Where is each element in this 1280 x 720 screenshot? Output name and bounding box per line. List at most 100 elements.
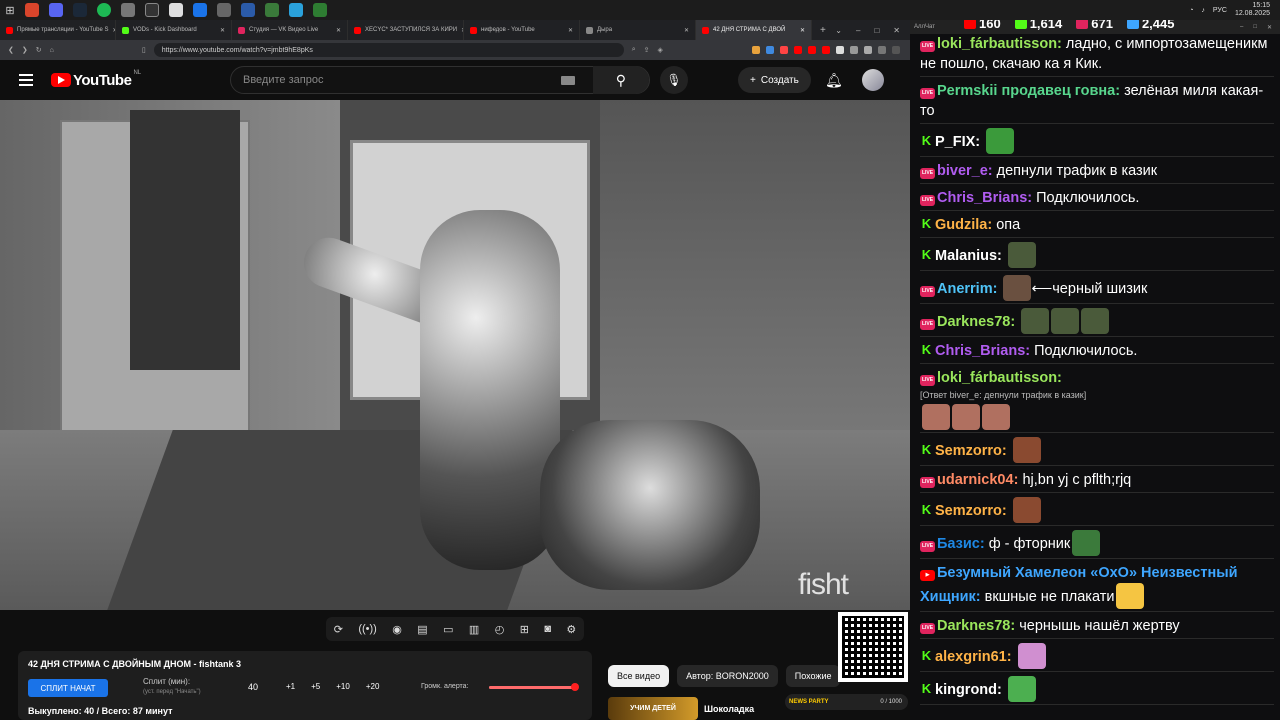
screenshot-icon[interactable]: ◙: [544, 623, 551, 635]
tab-close-icon[interactable]: ✕: [684, 27, 689, 34]
clock[interactable]: 15:15 12.08.2025: [1235, 2, 1270, 18]
extension-icon[interactable]: [794, 46, 802, 54]
hamburger-menu-icon[interactable]: [19, 74, 33, 86]
chip-all-videos[interactable]: Все видео: [608, 665, 670, 687]
telegram-icon[interactable]: [289, 3, 303, 17]
browser-tab[interactable]: Прямые трансляции - YouTube S✕: [0, 20, 116, 40]
menu-icon[interactable]: [892, 46, 900, 54]
live-broadcast-icon[interactable]: ((•)): [358, 623, 377, 635]
notifications-bell-icon[interactable]: 🔔︎: [825, 72, 843, 89]
keyboard-icon[interactable]: [561, 75, 575, 85]
obs-icon[interactable]: [145, 3, 159, 17]
recommended-title[interactable]: Шоколадка: [704, 704, 754, 714]
app-icon[interactable]: [169, 3, 183, 17]
chip-author[interactable]: Автор: BORON2000: [677, 665, 778, 687]
create-button[interactable]: + Создать: [738, 67, 811, 93]
chat-username[interactable]: Malanius:: [935, 248, 1002, 264]
chat-username[interactable]: Chris_Brians:: [935, 343, 1030, 359]
steam-icon[interactable]: [73, 3, 87, 17]
input-language[interactable]: РУС: [1213, 7, 1227, 14]
chat-username[interactable]: biver_e:: [937, 163, 993, 179]
extension-icon[interactable]: [766, 46, 774, 54]
maximize-icon[interactable]: □: [874, 26, 879, 35]
add-clip-icon[interactable]: ⊞: [520, 623, 529, 636]
alert-volume-handle[interactable]: [571, 683, 579, 691]
maximize-icon[interactable]: □: [1253, 24, 1257, 31]
recommended-thumbnail[interactable]: УЧИМ ДЕТЕЙ: [608, 697, 698, 720]
reload-icon[interactable]: ↻: [36, 46, 42, 54]
tab-close-icon[interactable]: ✕: [220, 27, 225, 34]
chat-username[interactable]: Semzorro:: [935, 503, 1007, 519]
discord-icon[interactable]: [49, 3, 63, 17]
extension-icon[interactable]: [752, 46, 760, 54]
chat-username[interactable]: udarnick04:: [937, 472, 1018, 488]
split-start-button[interactable]: СПЛИТ НАЧАТ: [28, 679, 108, 697]
video-player[interactable]: fisht: [0, 100, 910, 610]
app-icon[interactable]: [313, 3, 327, 17]
avatar[interactable]: [862, 69, 884, 91]
increment-button[interactable]: +5: [311, 682, 320, 691]
loop-icon[interactable]: ⟳: [334, 623, 343, 636]
spotify-icon[interactable]: [97, 3, 111, 17]
chat-username[interactable]: alexgrin61:: [935, 649, 1012, 665]
tab-close-icon[interactable]: ✕: [800, 27, 805, 34]
zoom-icon[interactable]: ⌕: [632, 46, 636, 54]
filmstrip-icon[interactable]: ▥: [469, 623, 479, 636]
chip-similar[interactable]: Похожие: [785, 665, 841, 687]
chat-username[interactable]: Darknes78:: [937, 314, 1015, 330]
increment-button[interactable]: +10: [336, 682, 350, 691]
bookmark-icon[interactable]: ▯: [142, 46, 146, 54]
speed-icon[interactable]: ◴: [495, 623, 505, 636]
minimize-icon[interactable]: –: [856, 26, 860, 35]
new-tab-button[interactable]: +: [812, 25, 834, 36]
chevron-down-icon[interactable]: ⌄: [835, 26, 842, 35]
close-icon[interactable]: ✕: [1267, 24, 1272, 31]
search-button[interactable]: ⚲: [592, 66, 649, 94]
browser-tab[interactable]: Студия — VK Видео Live ✕: [232, 20, 348, 40]
browser-tab[interactable]: VODs - Kick Dashboard ✕: [116, 20, 232, 40]
app-icon[interactable]: [241, 3, 255, 17]
chat-username[interactable]: Darknes78:: [937, 618, 1015, 634]
tab-close-icon[interactable]: ✕: [336, 27, 341, 34]
chat-username[interactable]: Semzorro:: [935, 443, 1007, 459]
wallet-icon[interactable]: [878, 46, 886, 54]
windows-start-icon[interactable]: ⊞: [0, 0, 20, 20]
browser-tab[interactable]: 42 ДНЯ СТРИМА С ДВОЙ ✕: [696, 20, 812, 40]
alert-volume-slider[interactable]: [489, 683, 579, 691]
app-icon[interactable]: [121, 3, 135, 17]
clapperboard-icon[interactable]: ▤: [417, 623, 427, 636]
home-icon[interactable]: ⌂: [50, 47, 54, 54]
app-icon[interactable]: [193, 3, 207, 17]
back-icon[interactable]: ❮: [8, 46, 14, 54]
increment-button[interactable]: +1: [286, 682, 295, 691]
chat-username[interactable]: Базис:: [937, 536, 985, 552]
chat-username[interactable]: Chris_Brians:: [937, 190, 1032, 206]
voice-search-button[interactable]: 🎙: [660, 66, 688, 94]
extension-icon[interactable]: [780, 46, 788, 54]
sidebar-icon[interactable]: [864, 46, 872, 54]
extension-icon[interactable]: [808, 46, 816, 54]
minimize-icon[interactable]: –: [1240, 24, 1243, 31]
chat-username[interactable]: loki_fárbautisson:: [937, 36, 1062, 52]
youtube-logo[interactable]: YouTube NL: [51, 70, 141, 89]
chat-username[interactable]: Anerrim:: [937, 281, 997, 297]
increment-button[interactable]: +20: [366, 682, 380, 691]
browser-tab[interactable]: нифедов - YouTube ✕: [464, 20, 580, 40]
watch-mode-icon[interactable]: ◉: [392, 623, 402, 636]
chat-username[interactable]: loki_fárbautisson:: [937, 370, 1062, 386]
app-icon[interactable]: [217, 3, 231, 17]
extension-icon[interactable]: [836, 46, 844, 54]
app-icon[interactable]: [265, 3, 279, 17]
forward-icon[interactable]: ❯: [22, 46, 28, 54]
chat-username[interactable]: kingrond:: [935, 682, 1002, 698]
browser-tab[interactable]: XECYC* ЗАСТУПИЛСЯ ЗА КИРИ✕: [348, 20, 464, 40]
theater-mode-icon[interactable]: ▭: [443, 623, 453, 636]
browser-tab[interactable]: Дыра ✕: [580, 20, 696, 40]
chat-username[interactable]: Gudzila:: [935, 217, 992, 233]
close-icon[interactable]: ✕: [893, 26, 900, 35]
volume-icon[interactable]: ♪: [1201, 7, 1205, 14]
search-input[interactable]: [231, 74, 562, 86]
tab-close-icon[interactable]: ✕: [568, 27, 573, 34]
chat-username[interactable]: Permskii продавец говна:: [937, 83, 1120, 99]
settings-gear-icon[interactable]: ⚙: [566, 623, 576, 636]
